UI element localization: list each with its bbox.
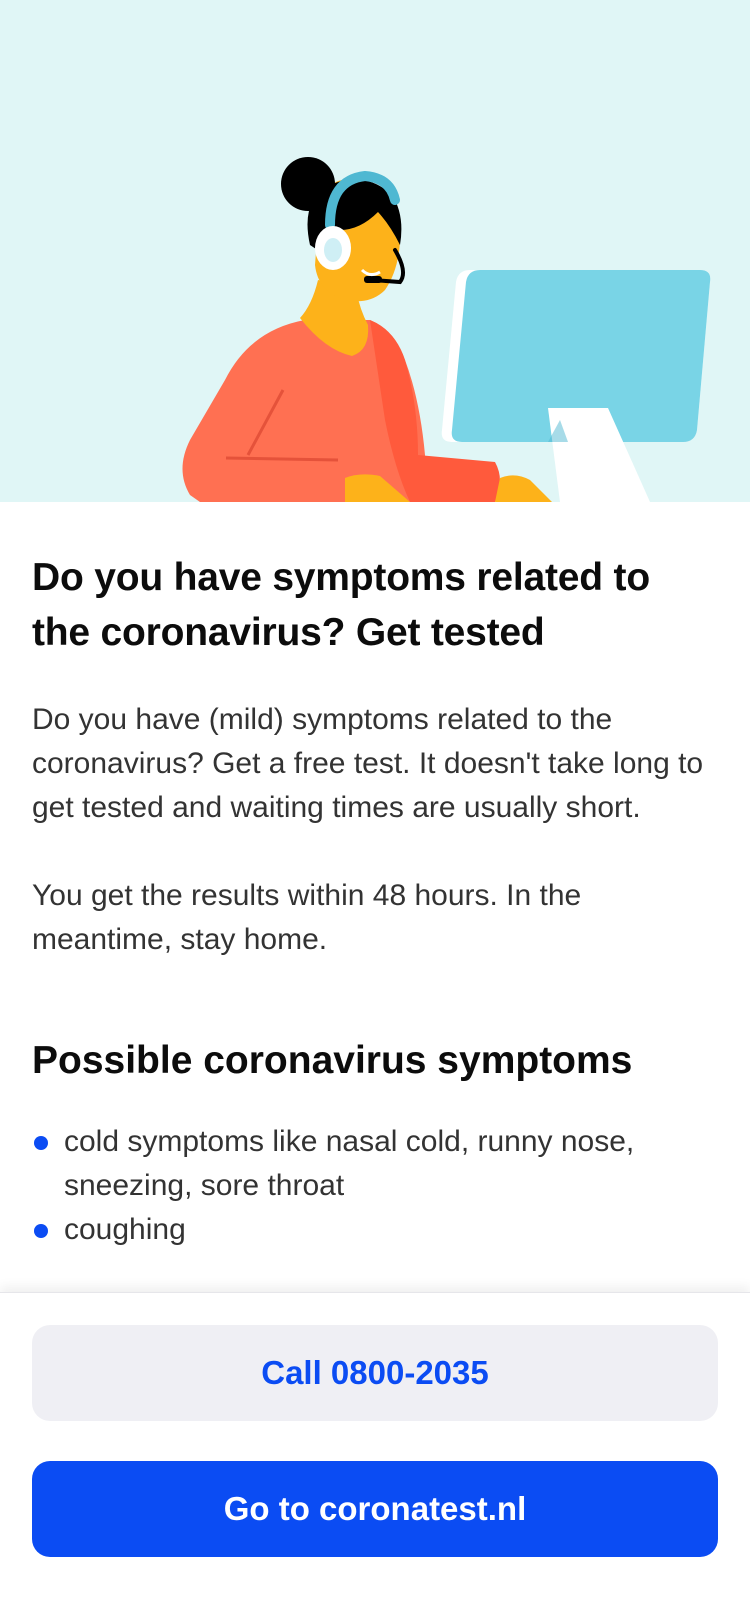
action-footer: Call 0800-2035 Go to coronatest.nl [0,1292,750,1624]
call-button[interactable]: Call 0800-2035 [32,1325,718,1421]
screen: Do you have symptoms related to the coro… [0,0,750,1624]
results-paragraph: You get the results within 48 hours. In … [32,879,582,956]
bullet-icon [34,1224,48,1238]
symptom-text: cold symptoms like nasal cold, runny nos… [64,1125,635,1202]
list-item: coughing [32,1208,718,1252]
scroll-content[interactable]: Do you have symptoms related to the coro… [0,502,750,1292]
call-center-agent-illustration [182,157,711,502]
symptoms-heading: Possible coronavirus symptoms [32,1039,633,1082]
symptoms-list: cold symptoms like nasal cold, runny nos… [32,1120,718,1252]
page-title: Do you have symptoms related to the coro… [32,556,650,654]
symptom-text: coughing [64,1213,186,1246]
hero-illustration [0,0,750,502]
intro-paragraph: Do you have (mild) symptoms related to t… [32,703,704,824]
list-item: cold symptoms like nasal cold, runny nos… [32,1120,718,1208]
bullet-icon [34,1136,48,1150]
website-button[interactable]: Go to coronatest.nl [32,1461,718,1557]
